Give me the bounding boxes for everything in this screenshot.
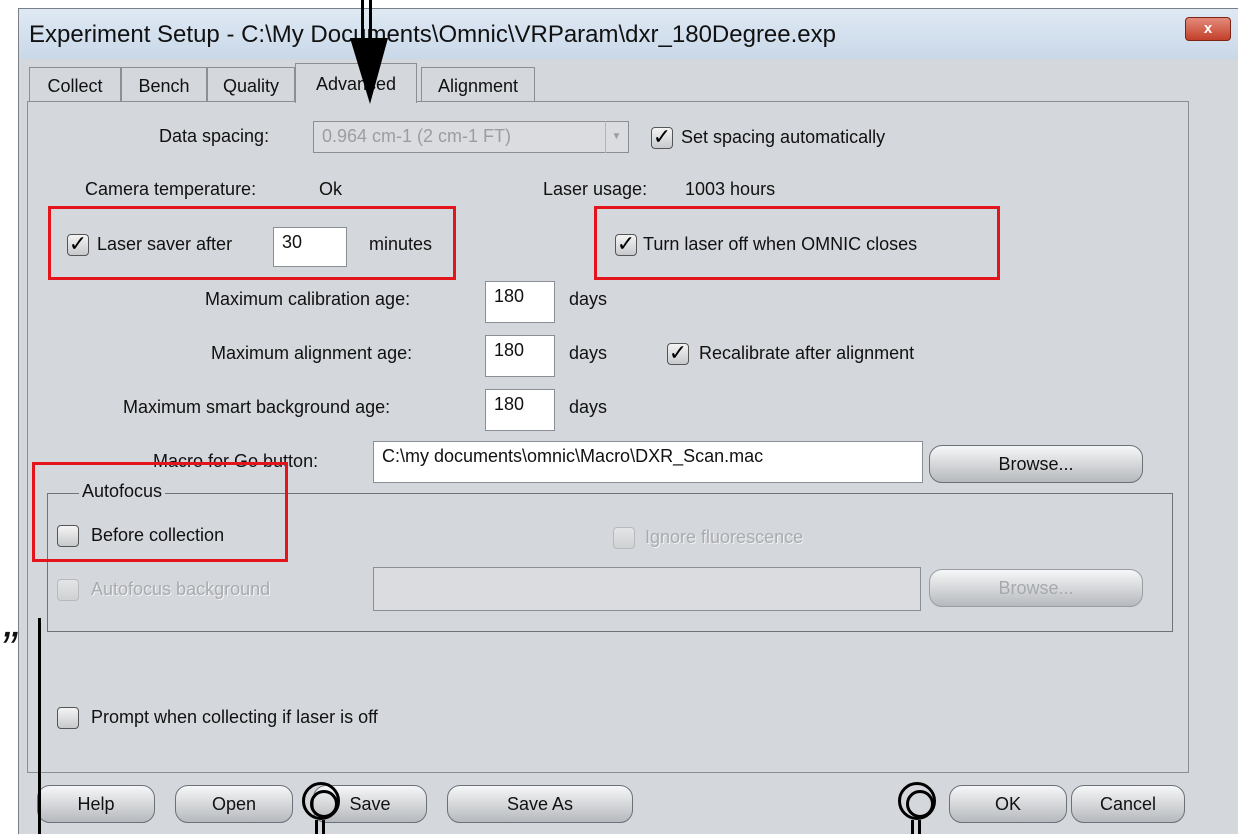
advanced-panel <box>27 101 1189 773</box>
title-bar: Experiment Setup - C:\My Documents\Omnic… <box>19 9 1238 59</box>
ok-ring-stem <box>911 820 914 834</box>
open-button[interactable]: Open <box>175 785 293 823</box>
laser-saver-highlight <box>48 206 456 280</box>
ok-ring-annotation <box>898 782 936 820</box>
tab-alignment[interactable]: Alignment <box>421 67 535 101</box>
left-edge-line <box>38 618 41 834</box>
experiment-setup-window: Experiment Setup - C:\My Documents\Omnic… <box>18 8 1238 834</box>
down-arrow-annotation <box>350 0 388 104</box>
tab-collect[interactable]: Collect <box>29 67 121 101</box>
ok-button[interactable]: OK <box>949 785 1067 823</box>
save-as-button[interactable]: Save As <box>447 785 633 823</box>
autofocus-highlight <box>32 462 288 562</box>
tab-bench[interactable]: Bench <box>121 67 207 101</box>
turn-laser-off-highlight <box>594 206 1000 280</box>
stray-quote-mark: ” <box>0 623 16 676</box>
tab-quality[interactable]: Quality <box>207 67 295 101</box>
save-ring-annotation <box>302 782 340 820</box>
save-ring-stem-2 <box>322 820 325 834</box>
window-title: Experiment Setup - C:\My Documents\Omnic… <box>29 21 836 48</box>
ok-ring-stem-2 <box>918 820 921 834</box>
save-ring-stem <box>315 820 318 834</box>
cancel-button[interactable]: Cancel <box>1071 785 1185 823</box>
help-button[interactable]: Help <box>37 785 155 823</box>
close-button[interactable]: x <box>1185 17 1231 41</box>
